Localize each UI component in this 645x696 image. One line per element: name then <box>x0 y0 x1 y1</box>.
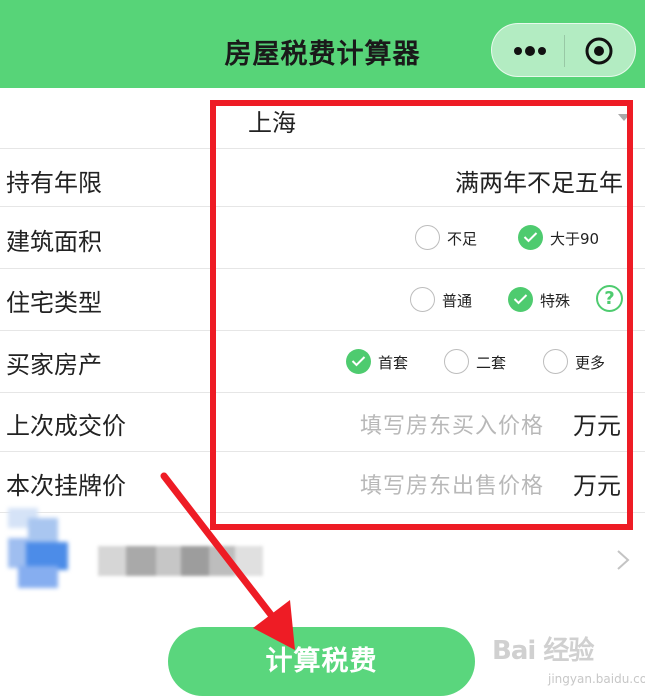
house-type-label: 住宅类型 <box>6 289 102 317</box>
close-target-icon[interactable] <box>584 36 614 66</box>
buyer-property-label: 买家房产 <box>6 351 102 379</box>
baidu-jingyan-logo: Bai 经验 <box>492 636 594 666</box>
last-price-label: 上次成交价 <box>6 412 126 440</box>
tax-calculator-page: 房屋税费计算器 上海 持有年限 满两年不足五年 建筑面积 不足 大于90 住宅类… <box>0 0 645 696</box>
building-area-label: 建筑面积 <box>6 228 102 256</box>
chevron-right-icon[interactable] <box>614 548 632 572</box>
red-arrow-annotation <box>160 472 295 650</box>
list-price-label: 本次挂牌价 <box>6 472 126 500</box>
more-icon[interactable] <box>512 42 548 60</box>
holding-years-label: 持有年限 <box>6 169 102 197</box>
highlight-box <box>210 100 633 530</box>
avatar <box>8 508 68 588</box>
mini-program-capsule <box>491 23 636 77</box>
app-header: 房屋税费计算器 <box>0 0 645 88</box>
capsule-divider <box>564 35 565 67</box>
watermark-url: jingyan.baidu.com <box>548 672 645 686</box>
